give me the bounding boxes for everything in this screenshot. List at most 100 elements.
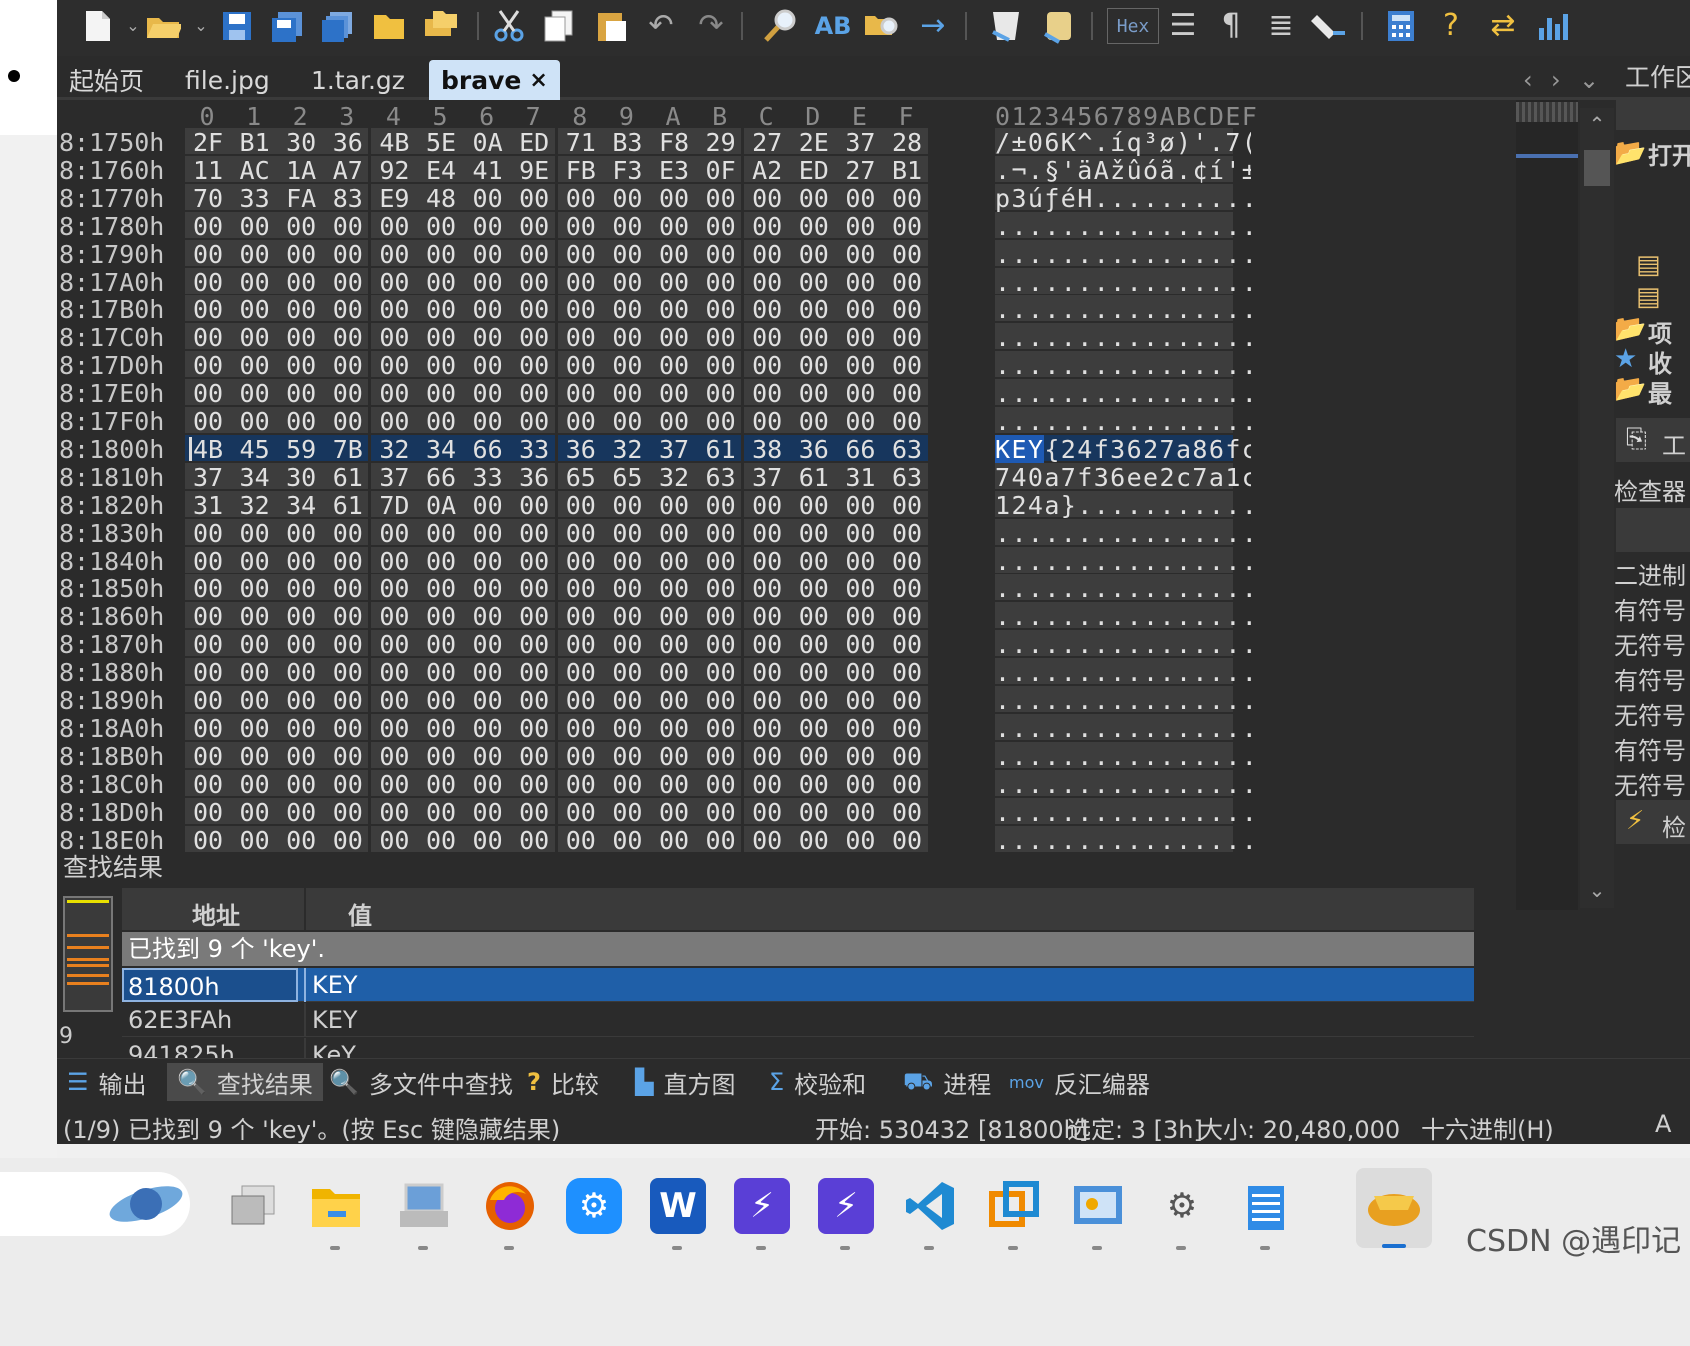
hex-byte[interactable]: 00: [327, 742, 369, 771]
hex-byte[interactable]: 4B: [187, 435, 229, 464]
tab-file-jpg[interactable]: file.jpg: [173, 60, 282, 100]
app-bolt-2-icon[interactable]: ⚡: [818, 1178, 874, 1234]
close-icon[interactable]: ×: [529, 68, 547, 93]
hex-byte[interactable]: 5E: [420, 128, 462, 157]
hex-byte[interactable]: 00: [187, 686, 229, 715]
hex-byte[interactable]: 00: [373, 407, 415, 436]
hex-byte[interactable]: 00: [606, 658, 648, 687]
hex-vertical-scrollbar[interactable]: ⌃ ⌄: [1580, 108, 1614, 908]
hex-byte[interactable]: 00: [467, 826, 509, 855]
row-bytes[interactable]: 00 00 00 00 00 00 00 00 00 00 00 00 00 00 00 00: [185, 658, 1007, 688]
row-bytes[interactable]: 00 00 00 00 00 00 00 00 00 00 00 00 00 00 00 00: [185, 741, 1007, 772]
hex-byte[interactable]: 00: [280, 240, 322, 269]
hex-byte[interactable]: 00: [513, 491, 555, 520]
hex-byte[interactable]: 00: [653, 547, 695, 576]
hex-byte[interactable]: 59: [280, 435, 322, 464]
hex-byte[interactable]: 00: [886, 602, 928, 631]
panel-item-recent[interactable]: 最: [1648, 374, 1672, 409]
hex-byte[interactable]: 00: [746, 323, 788, 352]
hex-byte[interactable]: 00: [327, 574, 369, 603]
hex-byte[interactable]: 00: [606, 379, 648, 408]
hex-byte[interactable]: 34: [280, 491, 322, 520]
hex-byte[interactable]: 00: [653, 268, 695, 297]
hex-byte[interactable]: 37: [373, 463, 415, 492]
hex-byte[interactable]: 00: [560, 268, 602, 297]
hex-byte[interactable]: 00: [280, 547, 322, 576]
hex-byte[interactable]: 00: [886, 407, 928, 436]
launcher-icon[interactable]: [106, 1172, 186, 1236]
hex-byte[interactable]: FA: [280, 184, 322, 213]
hex-row[interactable]: 8:1820h 31 32 34 61 7D 0A 00 00 00 00 00 00 00 00 00 00 1…: [57, 490, 1297, 521]
hex-byte[interactable]: 00: [327, 826, 369, 855]
row-ascii[interactable]: ................: [995, 797, 1251, 828]
tab-prev-icon[interactable]: ‹: [1523, 66, 1533, 94]
hex-byte[interactable]: 00: [839, 184, 881, 213]
row-ascii[interactable]: ................: [995, 713, 1251, 744]
hex-byte[interactable]: 00: [560, 407, 602, 436]
hex-byte[interactable]: 00: [420, 602, 462, 631]
hex-byte[interactable]: 00: [746, 547, 788, 576]
hex-byte[interactable]: 00: [606, 184, 648, 213]
hex-byte[interactable]: 00: [886, 714, 928, 743]
hex-byte[interactable]: 00: [886, 379, 928, 408]
hex-byte[interactable]: 00: [606, 574, 648, 603]
hex-byte[interactable]: 00: [280, 407, 322, 436]
hex-row[interactable]: 8:18C0h 00 00 00 00 00 00 00 00 00 00 00 00 00 00 00 00.…: [57, 769, 1297, 800]
hex-byte[interactable]: 00: [793, 323, 835, 352]
hex-row[interactable]: 8:1890h 00 00 00 00 00 00 00 00 00 00 00 00 00 00 00 00.…: [57, 686, 1297, 716]
hex-byte[interactable]: 00: [700, 574, 742, 603]
hex-byte[interactable]: 00: [839, 602, 881, 631]
row-bytes[interactable]: 00 00 00 00 00 00 00 00 00 00 00 00 00 00 00 00: [185, 797, 1007, 828]
hex-byte[interactable]: 00: [420, 351, 462, 380]
hex-byte[interactable]: 00: [606, 714, 648, 743]
hex-byte[interactable]: 00: [653, 714, 695, 743]
hex-row[interactable]: 8:1880h 00 00 00 00 00 00 00 00 00 00 00 00 00 00 00 00.…: [57, 658, 1297, 688]
hex-byte[interactable]: 00: [327, 407, 369, 436]
row-bytes[interactable]: 00 00 00 00 00 00 00 00 00 00 00 00 00 00 00 00: [185, 825, 1007, 856]
hex-byte[interactable]: 00: [653, 770, 695, 799]
hex-byte[interactable]: 00: [187, 742, 229, 771]
hex-byte[interactable]: 00: [420, 240, 462, 269]
hex-byte[interactable]: 00: [746, 240, 788, 269]
hex-byte[interactable]: 00: [187, 268, 229, 297]
hex-byte[interactable]: 36: [327, 128, 369, 157]
hex-byte[interactable]: 00: [560, 519, 602, 548]
row-ascii[interactable]: ................: [995, 769, 1251, 800]
hex-byte[interactable]: 00: [793, 184, 835, 213]
hex-byte[interactable]: 28: [886, 128, 928, 157]
hex-byte[interactable]: 00: [234, 630, 276, 659]
hex-byte[interactable]: 30: [280, 463, 322, 492]
hex-byte[interactable]: 00: [560, 658, 602, 687]
hex-byte[interactable]: AC: [234, 156, 276, 185]
hex-byte[interactable]: 71: [560, 128, 602, 157]
hex-byte[interactable]: 00: [467, 547, 509, 576]
hex-byte[interactable]: 33: [513, 435, 555, 464]
hex-byte[interactable]: 00: [420, 630, 462, 659]
hex-byte[interactable]: 00: [560, 212, 602, 241]
hex-byte[interactable]: 00: [280, 742, 322, 771]
hex-byte[interactable]: 00: [746, 826, 788, 855]
hex-byte[interactable]: 00: [373, 295, 415, 324]
hex-byte[interactable]: 00: [653, 323, 695, 352]
pilcrow-icon[interactable]: ¶: [1213, 8, 1249, 44]
hex-byte[interactable]: 00: [234, 268, 276, 297]
row-ascii[interactable]: ................: [995, 518, 1251, 549]
hex-byte[interactable]: 00: [373, 826, 415, 855]
hex-byte[interactable]: 00: [513, 602, 555, 631]
hex-byte[interactable]: 00: [746, 686, 788, 715]
hex-row[interactable]: 8:1790h 00 00 00 00 00 00 00 00 00 00 00 00 00 00 00 00.…: [57, 239, 1297, 270]
hex-byte[interactable]: 00: [420, 547, 462, 576]
hex-byte[interactable]: 00: [793, 798, 835, 827]
hex-byte[interactable]: 00: [327, 212, 369, 241]
hex-byte[interactable]: 00: [746, 714, 788, 743]
panel-tab-workspace[interactable]: 工: [1662, 426, 1686, 461]
hex-byte[interactable]: 9E: [513, 156, 555, 185]
hex-byte[interactable]: 00: [700, 295, 742, 324]
hex-row[interactable]: 8:1810h 37 34 30 61 37 66 33 36 65 65 32 63 37 61 31 63 7…: [57, 462, 1297, 493]
hex-row[interactable]: 8:17D0h 00 00 00 00 00 00 00 00 00 00 00 00 00 00 00 00.…: [57, 351, 1297, 381]
hex-byte[interactable]: 00: [700, 826, 742, 855]
hex-byte[interactable]: 00: [700, 323, 742, 352]
hex-byte[interactable]: 00: [234, 658, 276, 687]
hex-byte[interactable]: 00: [513, 547, 555, 576]
row-bytes[interactable]: 37 34 30 61 37 66 33 36 65 65 32 63 37 61 31 63: [185, 462, 1007, 493]
